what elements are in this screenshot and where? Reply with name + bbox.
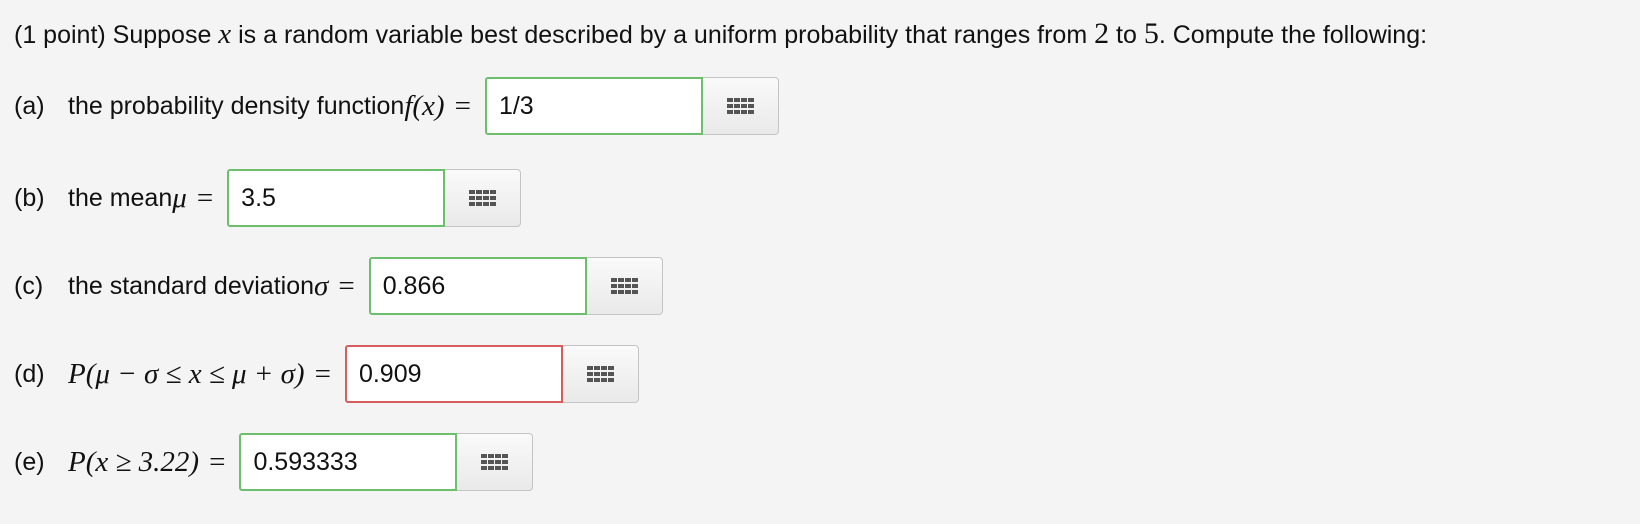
equals-sign: = [196,181,214,214]
equation-palette-button-c[interactable] [586,257,663,315]
question-description: the standard deviation [68,271,315,300]
grid-icon [481,454,509,470]
answer-input-b[interactable] [227,169,446,227]
equals-sign: = [454,89,471,122]
part-label: (d) [14,359,45,388]
intro-to: to [1109,21,1144,49]
intro-mid: is a random variable best described by a… [231,21,1095,49]
equation-palette-button-a[interactable] [702,77,779,135]
problem-statement: (1 point) Suppose x is a random variable… [14,14,1427,55]
question-description: the mean [68,183,173,212]
question-row-b: (b) the mean μ = [14,169,522,227]
intro-lead: (1 point) Suppose [14,21,219,49]
question-text: P(x ≥ 3.22) [68,446,199,479]
question-description: the probability density function [68,91,405,120]
answer-group-c [368,257,663,315]
grid-icon [469,190,497,206]
answer-input-a[interactable] [484,77,703,135]
intro-low-bound: 2 [1094,17,1110,50]
question-text: the standard deviation σ [68,270,328,303]
answer-group-a [484,77,779,135]
answer-input-c[interactable] [368,257,587,315]
equals-sign: = [209,445,226,478]
question-math: P(μ − σ ≤ x ≤ μ + σ) [68,357,305,390]
question-math: f(x) [404,89,445,122]
answer-input-d[interactable] [344,345,563,403]
question-row-d: (d) P(μ − σ ≤ x ≤ μ + σ) = [14,345,639,403]
grid-icon [610,278,638,294]
intro-variable: x [218,18,232,50]
grid-icon [726,98,754,114]
question-text: P(μ − σ ≤ x ≤ μ + σ) [68,358,305,391]
question-text: the mean μ [68,182,187,215]
intro-high-bound: 5 [1143,17,1159,50]
answer-input-e[interactable] [239,433,458,491]
question-math: σ [314,269,329,302]
question-math: P(x ≥ 3.22) [68,445,200,478]
question-math: μ [172,181,187,214]
equals-sign: = [338,269,355,302]
part-label: (c) [14,271,44,300]
intro-tail: . Compute the following: [1158,21,1428,49]
question-text: the probability density function f(x) [68,90,445,123]
equation-palette-button-d[interactable] [562,345,639,403]
part-label: (a) [14,91,45,120]
answer-group-d [344,345,639,403]
grid-icon [586,366,614,382]
equals-sign: = [314,357,331,390]
part-label: (b) [14,183,45,212]
equation-palette-button-b[interactable] [445,169,522,227]
answer-group-b [227,169,522,227]
question-row-e: (e) P(x ≥ 3.22) = [14,433,534,491]
question-row-c: (c) the standard deviation σ = [14,257,663,315]
question-row-a: (a) the probability density function f(x… [14,77,779,135]
equation-palette-button-e[interactable] [457,433,534,491]
answer-group-e [239,433,534,491]
part-label: (e) [14,447,45,476]
